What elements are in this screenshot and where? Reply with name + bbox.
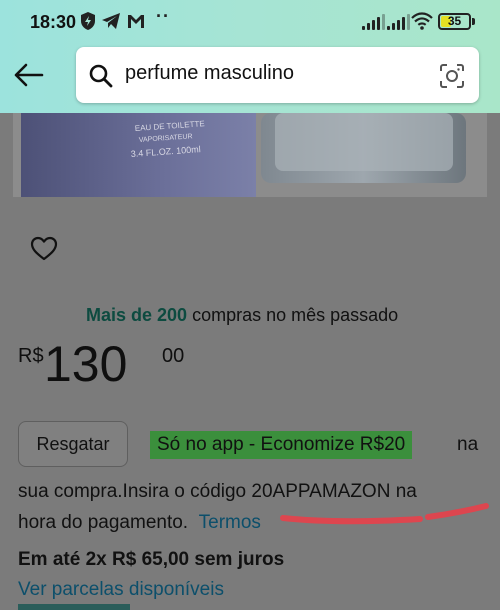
redeem-button[interactable]: Resgatar: [18, 421, 128, 467]
promo-text-line3: hora do pagamento. Termos: [18, 512, 261, 534]
terms-link[interactable]: Termos: [199, 512, 261, 533]
search-icon: [89, 64, 113, 88]
promo-text-line3-body: hora do pagamento.: [18, 512, 189, 533]
price-integer: 130: [44, 336, 128, 392]
installments-link[interactable]: Ver parcelas disponíveis: [18, 579, 224, 601]
app-header: 18:30 ·· 35 perfume masculino: [0, 0, 500, 113]
product-image[interactable]: EAU DE TOILETTE VAPORISATEUR 3.4 FL.OZ. …: [13, 113, 487, 197]
telegram-icon: [102, 13, 120, 29]
back-arrow-icon[interactable]: [12, 58, 46, 92]
battery-tip: [472, 18, 475, 25]
more-notifications-icon: ··: [156, 6, 170, 26]
status-time: 18:30: [30, 12, 77, 32]
promo-badge: Só no app - Economize R$20: [150, 431, 413, 459]
gmail-icon: [128, 15, 144, 28]
price-decimal: 00: [162, 345, 185, 367]
perfume-image: EAU DE TOILETTE VAPORISATEUR 3.4 FL.OZ. …: [13, 113, 487, 197]
signal-icon: [387, 14, 410, 30]
signal-icon: [362, 14, 385, 30]
battery-percentage: 35: [447, 14, 462, 28]
shield-icon: [81, 12, 95, 30]
price-currency: R$: [18, 345, 44, 367]
bottom-button-edge[interactable]: [18, 604, 130, 610]
promo-text-na: na: [457, 434, 479, 455]
purchase-count-text: Mais de 200 compras no mês passado: [86, 305, 398, 326]
wifi-icon: [411, 12, 433, 30]
status-bar: 18:30 ·· 35: [0, 0, 500, 44]
installments-text: Em até 2x R$ 65,00 sem juros: [18, 549, 285, 570]
red-annotation-scribble: [280, 503, 489, 525]
camera-search-icon[interactable]: [439, 63, 465, 89]
search-query: perfume masculino: [125, 62, 294, 84]
purchase-count-highlight: Mais de 200: [86, 305, 188, 325]
wishlist-heart-icon[interactable]: [30, 236, 58, 262]
battery-icon: 35: [438, 13, 471, 30]
search-input[interactable]: perfume masculino: [76, 47, 479, 103]
purchase-count-rest: compras no mês passado: [187, 305, 399, 325]
